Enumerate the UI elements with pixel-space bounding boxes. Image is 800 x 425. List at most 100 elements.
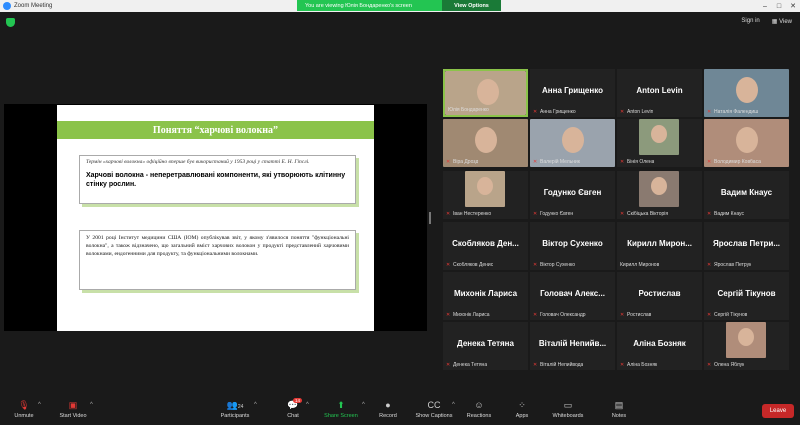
participant-tile[interactable]: Віктор Сухенко ✕ Віктор Сухенко — [530, 222, 615, 270]
video-off-icon: ▣ — [68, 400, 78, 410]
view-button[interactable]: ▦ View — [772, 18, 792, 25]
show-captions-button[interactable]: CC Show Captions — [412, 400, 456, 419]
participant-tile[interactable]: Аліна Бозняк ✕ Аліна Бозняк — [617, 322, 702, 370]
mic-muted-icon: ✕ — [533, 312, 538, 318]
unmute-button[interactable]: 🎙 Unmute — [10, 400, 38, 419]
participant-tile[interactable]: ✕ Наталія Фалендиш — [704, 69, 789, 117]
participant-tile[interactable]: Анна Грищенко ✕ Анна Грищенко — [530, 69, 615, 117]
captions-icon: CC — [427, 400, 441, 410]
participant-name-label: Юлія Бондаренко — [448, 107, 489, 113]
close-icon[interactable]: ✕ — [786, 0, 800, 12]
security-shield-icon[interactable] — [6, 18, 15, 27]
person-silhouette — [651, 177, 667, 195]
participant-tile[interactable]: Ростислав ✕ Ростислав — [617, 272, 702, 320]
person-silhouette — [477, 177, 493, 195]
participant-tile[interactable]: Юлія Бондаренко — [443, 69, 528, 117]
mic-muted-icon: ✕ — [707, 262, 712, 268]
participants-button[interactable]: 👥24 Participants — [218, 400, 252, 419]
participants-icon: 👥24 — [226, 400, 244, 410]
participants-chevron-icon[interactable]: ^ — [254, 402, 257, 408]
slide-title-bar: Поняття “харчові волокна” — [57, 121, 374, 139]
record-label: Record — [379, 413, 397, 419]
participant-tile[interactable]: ✕ Олена Яблук — [704, 322, 789, 370]
participant-name-label: ✕ Ростислав — [620, 312, 651, 318]
mic-muted-icon: ✕ — [446, 159, 451, 165]
video-options-chevron-icon[interactable]: ^ — [90, 402, 93, 408]
share-chevron-icon[interactable]: ^ — [362, 402, 365, 408]
participant-name-large: Сергій Тікунов — [717, 289, 776, 298]
participant-tile[interactable]: ✕ Валерій Мельник — [530, 119, 615, 167]
participant-tile[interactable]: Anton Levin ✕ Anton Levin — [617, 69, 702, 117]
view-options-button[interactable]: View Options — [442, 0, 501, 11]
person-silhouette — [475, 127, 497, 153]
mic-muted-icon: ✕ — [707, 362, 712, 368]
participant-tile[interactable]: Віталій Непийв... ✕ Віталій Непийвода — [530, 322, 615, 370]
participant-name-text: Наталія Фалендиш — [714, 109, 759, 115]
participant-tile[interactable]: Михонік Лариса ✕ Михонік Лариса — [443, 272, 528, 320]
share-screen-button[interactable]: ⬆ Share Screen — [321, 400, 361, 419]
mic-muted-icon: ✕ — [446, 262, 451, 268]
presentation-slide: Поняття “харчові волокна” Термін «харчов… — [57, 105, 374, 331]
panel-splitter-handle[interactable] — [429, 212, 431, 224]
participant-name-large: Віктор Сухенко — [542, 239, 603, 248]
participant-tile[interactable]: ✕ Віра Дрозд — [443, 119, 528, 167]
participant-name-text: Вадим Кнаус — [714, 211, 744, 217]
participant-name-text: Віра Дрозд — [453, 159, 479, 165]
participant-tile[interactable]: Ярослав Петри... ✕ Ярослав Петрук — [704, 222, 789, 270]
chat-button[interactable]: 💬 14 Chat — [282, 398, 304, 419]
leave-button[interactable]: Leave — [762, 404, 794, 418]
mic-muted-icon: ✕ — [707, 109, 712, 115]
participant-name-text: Іван Нестеренко — [453, 211, 492, 217]
reactions-label: Reactions — [466, 413, 492, 419]
participant-video — [639, 171, 679, 207]
slide-text-box-2: У 2001 році Інститут медицини США (IOM) … — [79, 230, 356, 290]
window-controls: – □ ✕ — [758, 0, 800, 12]
participant-tile[interactable]: Кирилл Мирон... Кирилл Миронов — [617, 222, 702, 270]
participant-name-label: ✕ Ярослав Петрук — [707, 262, 751, 268]
record-button[interactable]: ● Record — [376, 400, 400, 419]
apps-button[interactable]: ⁘ Apps — [512, 400, 532, 419]
participant-name-text: Юлія Бондаренко — [448, 107, 489, 113]
notes-label: Notes — [611, 413, 627, 419]
participant-name-label: ✕ Віра Дрозд — [446, 159, 478, 165]
participant-tile[interactable]: Сергій Тікунов ✕ Сергій Тікунов — [704, 272, 789, 320]
participant-name-text: Скобляков Денис — [453, 262, 494, 268]
participant-tile[interactable]: Вадим Кнаус ✕ Вадим Кнаус — [704, 171, 789, 219]
sign-in-link[interactable]: Sign in — [741, 18, 759, 25]
start-video-label: Start Video — [59, 413, 87, 419]
participant-tile[interactable]: ✕ Іван Нестеренко — [443, 171, 528, 219]
mic-muted-icon: ✕ — [620, 362, 625, 368]
mic-muted-icon: ✕ — [707, 312, 712, 318]
chat-chevron-icon[interactable]: ^ — [306, 402, 309, 408]
participant-name-large: Скобляков Ден... — [452, 239, 519, 248]
share-screen-label: Share Screen — [324, 413, 358, 419]
mic-muted-icon: ✕ — [620, 312, 625, 318]
participant-tile[interactable]: Денека Тетяна ✕ Денека Тетяна — [443, 322, 528, 370]
audio-options-chevron-icon[interactable]: ^ — [38, 402, 41, 408]
window-title: Zoom Meeting — [14, 3, 53, 9]
participant-name-large: Головач Алекс... — [540, 289, 605, 298]
person-silhouette — [562, 127, 584, 153]
whiteboards-button[interactable]: ▭ Whiteboards — [548, 400, 588, 419]
participant-name-text: Годунко Євген — [540, 211, 574, 217]
captions-chevron-icon[interactable]: ^ — [452, 402, 455, 408]
mic-muted-icon: ✕ — [533, 109, 538, 115]
participant-name-large: Михонік Лариса — [453, 289, 518, 298]
apps-icon: ⁘ — [518, 400, 526, 410]
slide-text-box-1: Термін «харчові волокна» офіційно вперше… — [79, 155, 356, 204]
maximize-icon[interactable]: □ — [772, 0, 786, 12]
participant-tile[interactable]: ✕ Скібіцька Вікторія — [617, 171, 702, 219]
minimize-icon[interactable]: – — [758, 0, 772, 12]
participant-name-label: ✕ Вадим Кнаус — [707, 211, 744, 217]
person-silhouette — [736, 127, 758, 153]
participant-tile[interactable]: Скобляков Ден... ✕ Скобляков Денис — [443, 222, 528, 270]
notes-button[interactable]: ▤ Notes — [608, 400, 630, 419]
start-video-button[interactable]: ▣ Start Video — [56, 400, 90, 419]
participant-tile[interactable]: Головач Алекс... ✕ Головач Олександр — [530, 272, 615, 320]
participant-tile[interactable]: ✕ Бінія Олена — [617, 119, 702, 167]
banner-message: You are viewing Юлія Бондаренко's screen — [305, 2, 412, 9]
participant-tile[interactable]: Годунко Євген ✕ Годунко Євген — [530, 171, 615, 219]
participant-name-text: Бінія Олена — [627, 159, 655, 165]
participant-tile[interactable]: ✕ Володимир Ковбаса — [704, 119, 789, 167]
reactions-button[interactable]: ☺ Reactions — [464, 400, 494, 419]
